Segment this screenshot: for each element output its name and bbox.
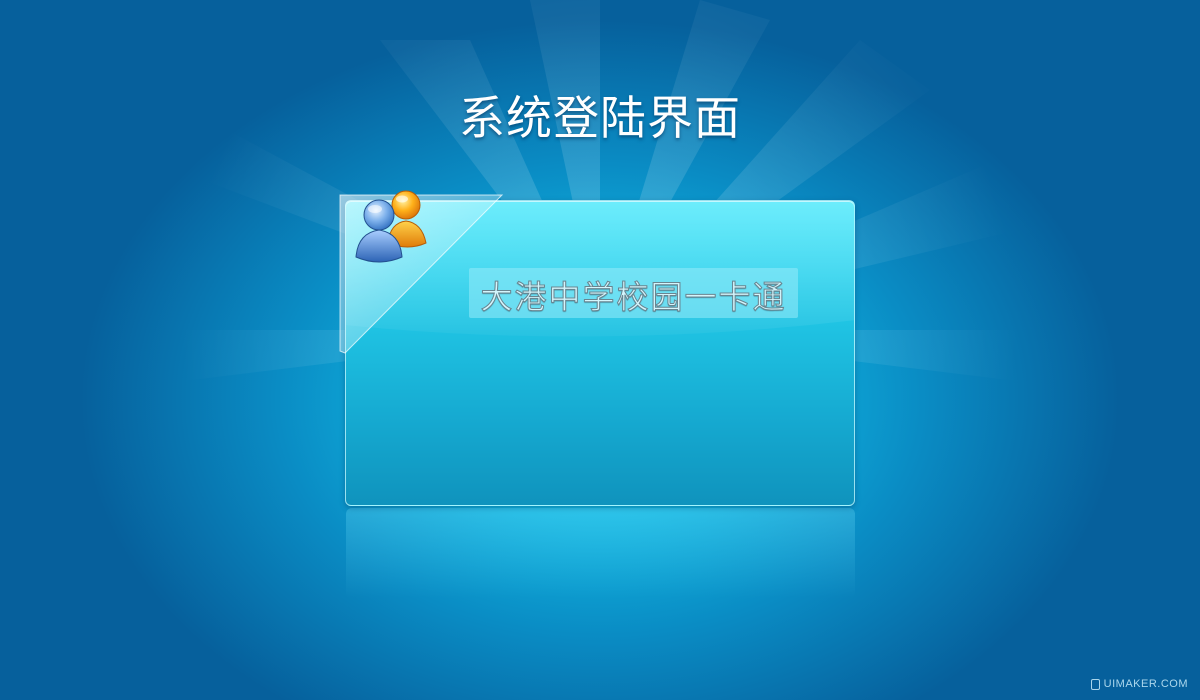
watermark-text: UIMAKER.COM [1103, 678, 1188, 690]
panel-reflection [346, 508, 855, 598]
page-title: 系统登陆界面 [459, 91, 741, 145]
app-name-label: 大港中学校园一卡通 [480, 278, 787, 317]
watermark-logo-icon [1090, 678, 1100, 690]
users-icon [355, 190, 427, 263]
watermark: UIMAKER.COM [1090, 678, 1188, 690]
